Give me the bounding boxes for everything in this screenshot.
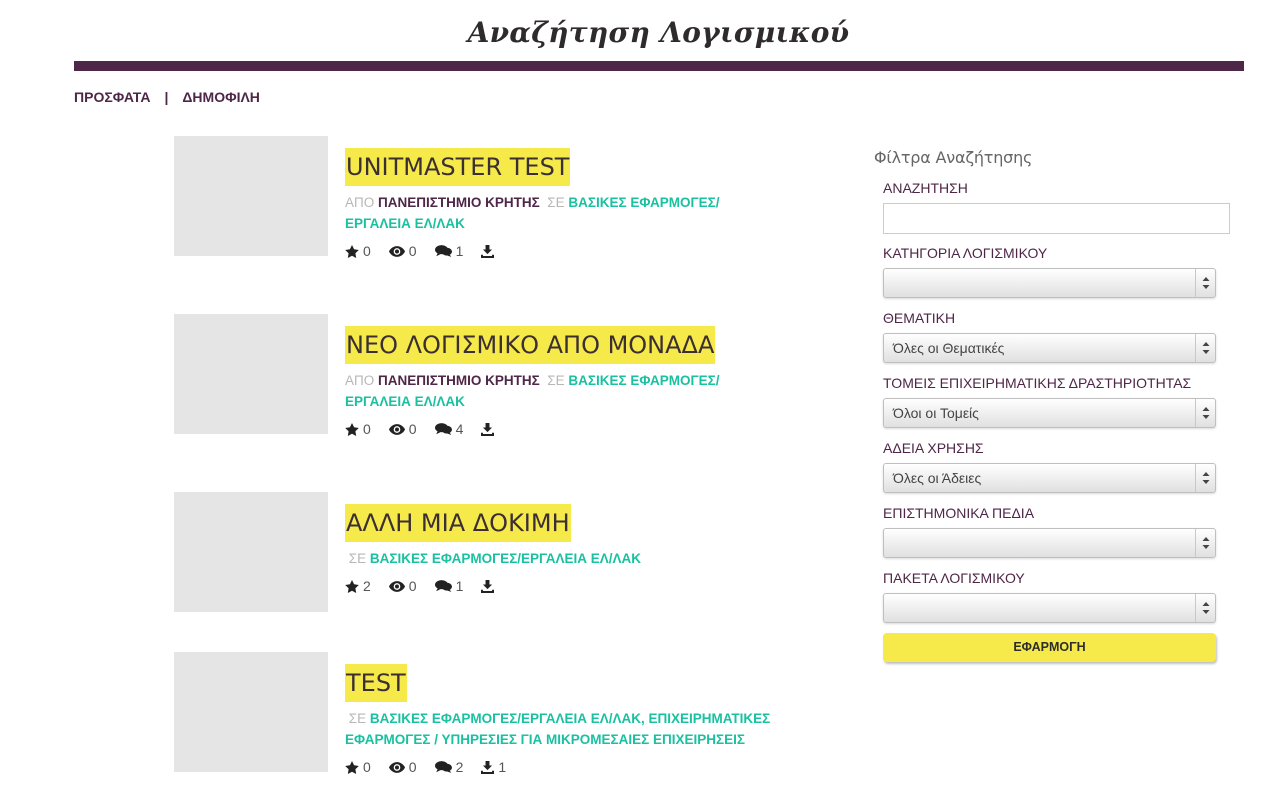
star-icon: [345, 579, 359, 593]
software-title[interactable]: ΝΕΟ ΛΟΓΙΣΜΙΚΟ ΑΠΟ ΜΟΝΑΔΑ: [345, 326, 716, 364]
comments-stat: 2: [434, 759, 463, 775]
software-title[interactable]: ΑΛΛΗ ΜΙΑ ΔΟΚΙΜΗ: [345, 504, 571, 542]
download-icon: [481, 760, 495, 774]
theme-select[interactable]: Όλες οι Θεματικές: [883, 333, 1216, 363]
comments-stat: 4: [434, 421, 463, 437]
filters-heading: Φίλτρα Αναζήτησης: [874, 148, 1033, 167]
comments-stat: 1: [434, 243, 463, 259]
views-stat: 0: [388, 243, 417, 259]
comments-icon: [434, 761, 452, 773]
search-label: ΑΝΑΖΗΤΗΣΗ: [883, 180, 968, 196]
title-divider: [74, 61, 1244, 71]
tab-popular[interactable]: ΔΗΜΟΦΙΛΗ: [182, 89, 260, 105]
downloads-stat: [481, 422, 498, 436]
sort-tabs: ΠΡΟΣΦΑΤΑ | ΔΗΜΟΦΙΛΗ: [74, 89, 260, 105]
tab-recent[interactable]: ΠΡΟΣΦΑΤΑ: [74, 89, 150, 105]
select-arrows-icon: [1195, 399, 1215, 427]
in-label: ΣΕ: [547, 373, 565, 388]
download-icon: [481, 244, 495, 258]
software-thumbnail[interactable]: [174, 136, 328, 256]
by-label: ΑΠΟ: [345, 195, 375, 210]
rating-stat: 0: [345, 759, 371, 775]
organization-link[interactable]: ΠΑΝΕΠΙΣΤΗΜΙΟ ΚΡΗΤΗΣ: [378, 373, 540, 388]
comments-icon: [434, 245, 452, 257]
software-stats: 0 0 1: [345, 243, 785, 259]
eye-icon: [388, 245, 405, 257]
category-link[interactable]: ΒΑΣΙΚΕΣ ΕΦΑΡΜΟΓΕΣ/ΕΡΓΑΛΕΙΑ ΕΛ/ΛΑΚ, ΕΠΙΧΕ…: [345, 711, 770, 747]
tab-separator: |: [164, 89, 169, 105]
search-input[interactable]: [883, 203, 1230, 234]
comments-icon: [434, 423, 452, 435]
select-arrows-icon: [1195, 334, 1215, 362]
category-link[interactable]: ΒΑΣΙΚΕΣ ΕΦΑΡΜΟΓΕΣ/ΕΡΓΑΛΕΙΑ ΕΛ/ΛΑΚ: [370, 551, 641, 566]
comments-stat: 1: [434, 578, 463, 594]
select-arrows-icon: [1195, 594, 1215, 622]
apply-button[interactable]: ΕΦΑΡΜΟΓΗ: [883, 633, 1216, 662]
by-label: ΑΠΟ: [345, 373, 375, 388]
packages-select[interactable]: [883, 593, 1216, 623]
software-thumbnail[interactable]: [174, 314, 328, 434]
select-arrows-icon: [1195, 269, 1215, 297]
software-stats: 0 0 4: [345, 421, 785, 437]
category-select[interactable]: [883, 268, 1216, 298]
theme-select-value: Όλες οι Θεματικές: [893, 340, 1005, 356]
eye-icon: [388, 580, 405, 592]
packages-label: ΠΑΚΕΤΑ ΛΟΓΙΣΜΙΚΟΥ: [883, 570, 1025, 586]
in-label: ΣΕ: [348, 711, 367, 726]
rating-stat: 0: [345, 243, 371, 259]
download-icon: [481, 422, 495, 436]
select-arrows-icon: [1195, 464, 1215, 492]
license-label: ΑΔΕΙΑ ΧΡΗΣΗΣ: [883, 440, 984, 456]
category-label: ΚΑΤΗΓΟΡΙΑ ΛΟΓΙΣΜΙΚΟΥ: [883, 245, 1048, 261]
software-meta: ΑΠΟ ΠΑΝΕΠΙΣΤΗΜΙΟ ΚΡΗΤΗΣ ΣΕ ΒΑΣΙΚΕΣ ΕΦΑΡΜ…: [345, 192, 785, 234]
science-fields-label: ΕΠΙΣΤΗΜΟΝΙΚΑ ΠΕΔΙΑ: [883, 505, 1035, 521]
science-fields-select[interactable]: [883, 528, 1216, 558]
sector-select-value: Όλοι οι Τομείς: [893, 405, 979, 421]
rating-stat: 2: [345, 578, 371, 594]
sector-select[interactable]: Όλοι οι Τομείς: [883, 398, 1216, 428]
select-arrows-icon: [1195, 529, 1215, 557]
software-title[interactable]: TEST: [345, 664, 407, 702]
sector-label: ΤΟΜΕΙΣ ΕΠΙΧΕΙΡΗΜΑΤΙΚΗΣ ΔΡΑΣΤΗΡΙΟΤΗΤΑΣ: [883, 375, 1192, 391]
star-icon: [345, 244, 359, 258]
star-icon: [345, 760, 359, 774]
software-meta: ΣΕ ΒΑΣΙΚΕΣ ΕΦΑΡΜΟΓΕΣ/ΕΡΓΑΛΕΙΑ ΕΛ/ΛΑΚ: [345, 548, 785, 569]
search-filters-panel: Φίλτρα Αναζήτησης ΑΝΑΖΗΤΗΣΗ ΚΑΤΗΓΟΡΙΑ ΛΟ…: [874, 148, 1234, 662]
downloads-stat: 1: [481, 759, 506, 775]
license-select[interactable]: Όλες οι Άδειες: [883, 463, 1216, 493]
downloads-stat: [481, 244, 498, 258]
software-stats: 2 0 1: [345, 578, 785, 594]
star-icon: [345, 422, 359, 436]
software-thumbnail[interactable]: [174, 652, 328, 772]
in-label: ΣΕ: [547, 195, 565, 210]
software-meta: ΑΠΟ ΠΑΝΕΠΙΣΤΗΜΙΟ ΚΡΗΤΗΣ ΣΕ ΒΑΣΙΚΕΣ ΕΦΑΡΜ…: [345, 370, 785, 412]
software-stats: 0 0 2 1: [345, 759, 785, 775]
software-thumbnail[interactable]: [174, 492, 328, 612]
eye-icon: [388, 761, 405, 773]
views-stat: 0: [388, 578, 417, 594]
in-label: ΣΕ: [348, 551, 367, 566]
organization-link[interactable]: ΠΑΝΕΠΙΣΤΗΜΙΟ ΚΡΗΤΗΣ: [378, 195, 540, 210]
software-title[interactable]: UNITMASTER TEST: [345, 148, 571, 186]
rating-stat: 0: [345, 421, 371, 437]
views-stat: 0: [388, 759, 417, 775]
theme-label: ΘΕΜΑΤΙΚΗ: [883, 310, 956, 326]
license-select-value: Όλες οι Άδειες: [893, 470, 982, 486]
page-title: Αναζήτηση Λογισμικού: [467, 16, 850, 49]
comments-icon: [434, 580, 452, 592]
views-stat: 0: [388, 421, 417, 437]
eye-icon: [388, 423, 405, 435]
downloads-stat: [481, 579, 498, 593]
software-meta: ΣΕ ΒΑΣΙΚΕΣ ΕΦΑΡΜΟΓΕΣ/ΕΡΓΑΛΕΙΑ ΕΛ/ΛΑΚ, ΕΠ…: [345, 708, 785, 750]
download-icon: [481, 579, 495, 593]
